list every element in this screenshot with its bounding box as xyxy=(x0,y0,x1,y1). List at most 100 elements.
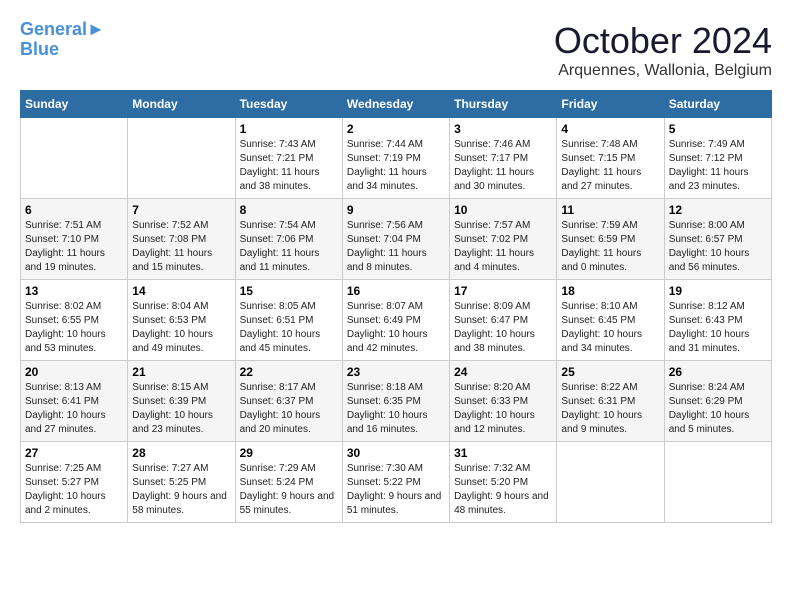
day-number: 6 xyxy=(25,203,123,217)
day-number: 1 xyxy=(240,122,338,136)
calendar-cell: 18Sunrise: 8:10 AMSunset: 6:45 PMDayligh… xyxy=(557,280,664,361)
weekday-header-monday: Monday xyxy=(128,91,235,118)
logo-arrow-shape: ► xyxy=(87,19,105,39)
weekday-header-sunday: Sunday xyxy=(21,91,128,118)
page-header: General► Blue October 2024 Arquennes, Wa… xyxy=(20,20,772,80)
calendar-cell: 19 Sunrise: 8:12 AMSunset: 6:43 PMDayligh… xyxy=(664,280,771,361)
calendar-cell: 7 Sunrise: 7:52 AMSunset: 7:08 PMDaylight… xyxy=(128,199,235,280)
calendar-cell: 11 Sunrise: 7:59 AMSunset: 6:59 PMDayligh… xyxy=(557,199,664,280)
day-info: Sunrise: 8:05 AMSunset: 6:51 PMDaylight:… xyxy=(240,300,338,356)
weekday-header-saturday: Saturday xyxy=(664,91,771,118)
calendar-cell: 17 Sunrise: 8:09 AMSunset: 6:47 PMDayligh… xyxy=(450,280,557,361)
title-section: October 2024 Arquennes, Wallonia, Belgiu… xyxy=(554,20,772,80)
day-number: 7 xyxy=(132,203,230,217)
day-info: Sunrise: 7:30 AMSunset: 5:22 PMDaylight:… xyxy=(347,462,445,518)
calendar-cell: 5 Sunrise: 7:49 AMSunset: 7:12 PMDaylight… xyxy=(664,118,771,199)
logo-text: General► Blue xyxy=(20,20,105,60)
calendar-cell: 28 Sunrise: 7:27 AMSunset: 5:25 PMDayligh… xyxy=(128,442,235,523)
calendar-cell: 15 Sunrise: 8:05 AMSunset: 6:51 PMDayligh… xyxy=(235,280,342,361)
day-info: Sunrise: 8:17 AMSunset: 6:37 PMDaylight:… xyxy=(240,381,338,437)
day-info: Sunrise: 7:56 AMSunset: 7:04 PMDaylight:… xyxy=(347,219,445,275)
calendar-cell: 8 Sunrise: 7:54 AMSunset: 7:06 PMDaylight… xyxy=(235,199,342,280)
day-info: Sunrise: 8:22 AMSunset: 6:31 PMDaylight:… xyxy=(561,381,659,437)
day-number: 25 xyxy=(561,365,659,379)
weekday-header-tuesday: Tuesday xyxy=(235,91,342,118)
calendar-cell: 2Sunrise: 7:44 AMSunset: 7:19 PMDaylight… xyxy=(342,118,449,199)
calendar-cell: 16 Sunrise: 8:07 AMSunset: 6:49 PMDayligh… xyxy=(342,280,449,361)
day-number: 14 xyxy=(132,284,230,298)
day-info: Sunrise: 7:25 AMSunset: 5:27 PMDaylight:… xyxy=(25,462,123,518)
weekday-header-row: SundayMondayTuesdayWednesdayThursdayFrid… xyxy=(21,91,772,118)
calendar-cell: 12 Sunrise: 8:00 AMSunset: 6:57 PMDayligh… xyxy=(664,199,771,280)
calendar-cell: 21 Sunrise: 8:15 AMSunset: 6:39 PMDayligh… xyxy=(128,361,235,442)
calendar-week-3: 13Sunrise: 8:02 AMSunset: 6:55 PMDayligh… xyxy=(21,280,772,361)
day-number: 3 xyxy=(454,122,552,136)
day-number: 31 xyxy=(454,446,552,460)
day-number: 30 xyxy=(347,446,445,460)
day-number: 9 xyxy=(347,203,445,217)
day-number: 15 xyxy=(240,284,338,298)
calendar-cell: 26 Sunrise: 8:24 AMSunset: 6:29 PMDayligh… xyxy=(664,361,771,442)
calendar-cell: 6 Sunrise: 7:51 AMSunset: 7:10 PMDaylight… xyxy=(21,199,128,280)
day-number: 16 xyxy=(347,284,445,298)
day-info: Sunrise: 8:12 AMSunset: 6:43 PMDaylight:… xyxy=(669,300,767,356)
calendar-cell: 9 Sunrise: 7:56 AMSunset: 7:04 PMDaylight… xyxy=(342,199,449,280)
day-info: Sunrise: 7:48 AMSunset: 7:15 PMDaylight:… xyxy=(561,138,659,194)
day-number: 4 xyxy=(561,122,659,136)
day-info: Sunrise: 7:52 AMSunset: 7:08 PMDaylight:… xyxy=(132,219,230,275)
weekday-header-friday: Friday xyxy=(557,91,664,118)
calendar-week-5: 27 Sunrise: 7:25 AMSunset: 5:27 PMDayligh… xyxy=(21,442,772,523)
calendar-cell: 1 Sunrise: 7:43 AMSunset: 7:21 PMDaylight… xyxy=(235,118,342,199)
location-subtitle: Arquennes, Wallonia, Belgium xyxy=(554,62,772,80)
day-number: 29 xyxy=(240,446,338,460)
day-number: 13 xyxy=(25,284,123,298)
day-info: Sunrise: 7:46 AMSunset: 7:17 PMDaylight:… xyxy=(454,138,552,194)
day-number: 11 xyxy=(561,203,659,217)
calendar-cell: 20 Sunrise: 8:13 AMSunset: 6:41 PMDayligh… xyxy=(21,361,128,442)
day-info: Sunrise: 8:24 AMSunset: 6:29 PMDaylight:… xyxy=(669,381,767,437)
day-info: Sunrise: 7:43 AMSunset: 7:21 PMDaylight:… xyxy=(240,138,338,194)
calendar-week-1: 1 Sunrise: 7:43 AMSunset: 7:21 PMDaylight… xyxy=(21,118,772,199)
day-info: Sunrise: 8:15 AMSunset: 6:39 PMDaylight:… xyxy=(132,381,230,437)
day-number: 28 xyxy=(132,446,230,460)
calendar-cell: 23Sunrise: 8:18 AMSunset: 6:35 PMDayligh… xyxy=(342,361,449,442)
calendar-cell: 25 Sunrise: 8:22 AMSunset: 6:31 PMDayligh… xyxy=(557,361,664,442)
day-info: Sunrise: 7:59 AMSunset: 6:59 PMDaylight:… xyxy=(561,219,659,275)
calendar-cell: 13Sunrise: 8:02 AMSunset: 6:55 PMDayligh… xyxy=(21,280,128,361)
day-number: 17 xyxy=(454,284,552,298)
day-number: 20 xyxy=(25,365,123,379)
day-number: 24 xyxy=(454,365,552,379)
day-info: Sunrise: 8:10 AMSunset: 6:45 PMDaylight:… xyxy=(561,300,659,356)
day-info: Sunrise: 7:54 AMSunset: 7:06 PMDaylight:… xyxy=(240,219,338,275)
day-number: 26 xyxy=(669,365,767,379)
calendar-cell xyxy=(664,442,771,523)
day-number: 12 xyxy=(669,203,767,217)
day-info: Sunrise: 7:49 AMSunset: 7:12 PMDaylight:… xyxy=(669,138,767,194)
day-info: Sunrise: 7:32 AMSunset: 5:20 PMDaylight:… xyxy=(454,462,552,518)
day-number: 5 xyxy=(669,122,767,136)
day-number: 21 xyxy=(132,365,230,379)
calendar-week-2: 6 Sunrise: 7:51 AMSunset: 7:10 PMDaylight… xyxy=(21,199,772,280)
calendar-cell: 27 Sunrise: 7:25 AMSunset: 5:27 PMDayligh… xyxy=(21,442,128,523)
calendar-cell: 31 Sunrise: 7:32 AMSunset: 5:20 PMDayligh… xyxy=(450,442,557,523)
day-info: Sunrise: 7:27 AMSunset: 5:25 PMDaylight:… xyxy=(132,462,230,518)
day-info: Sunrise: 8:18 AMSunset: 6:35 PMDaylight:… xyxy=(347,381,445,437)
day-number: 27 xyxy=(25,446,123,460)
day-info: Sunrise: 8:13 AMSunset: 6:41 PMDaylight:… xyxy=(25,381,123,437)
day-info: Sunrise: 8:20 AMSunset: 6:33 PMDaylight:… xyxy=(454,381,552,437)
day-info: Sunrise: 8:00 AMSunset: 6:57 PMDaylight:… xyxy=(669,219,767,275)
calendar-cell: 29Sunrise: 7:29 AMSunset: 5:24 PMDayligh… xyxy=(235,442,342,523)
day-info: Sunrise: 8:07 AMSunset: 6:49 PMDaylight:… xyxy=(347,300,445,356)
day-number: 8 xyxy=(240,203,338,217)
day-info: Sunrise: 7:51 AMSunset: 7:10 PMDaylight:… xyxy=(25,219,123,275)
weekday-header-wednesday: Wednesday xyxy=(342,91,449,118)
day-number: 10 xyxy=(454,203,552,217)
day-info: Sunrise: 8:04 AMSunset: 6:53 PMDaylight:… xyxy=(132,300,230,356)
logo-blue: Blue xyxy=(20,40,105,60)
calendar-cell xyxy=(557,442,664,523)
logo: General► Blue xyxy=(20,20,105,60)
day-number: 19 xyxy=(669,284,767,298)
day-info: Sunrise: 8:09 AMSunset: 6:47 PMDaylight:… xyxy=(454,300,552,356)
calendar-cell: 30 Sunrise: 7:30 AMSunset: 5:22 PMDayligh… xyxy=(342,442,449,523)
calendar-table: SundayMondayTuesdayWednesdayThursdayFrid… xyxy=(20,90,772,523)
